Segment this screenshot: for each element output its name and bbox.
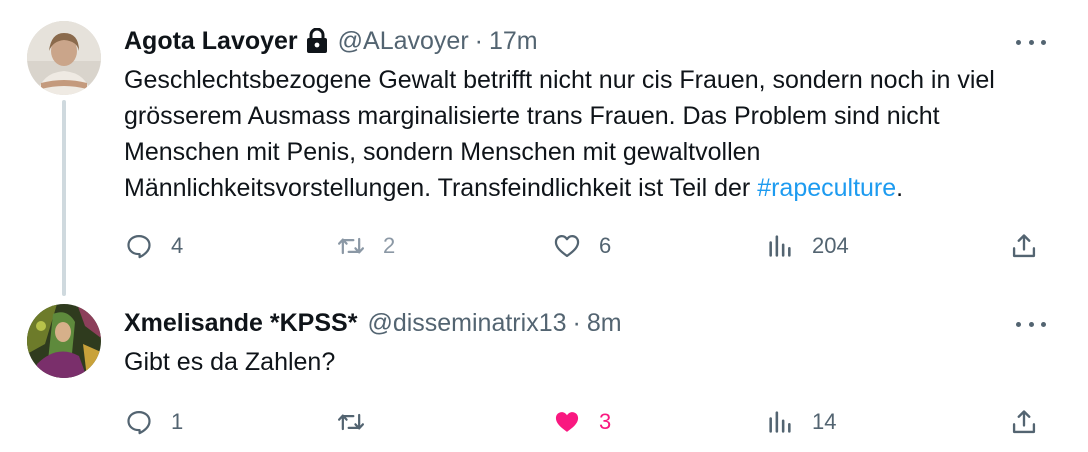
reply-button[interactable]: 4 — [125, 226, 183, 266]
retweet-button[interactable] — [337, 402, 365, 442]
user-handle[interactable]: @ALavoyer — [338, 26, 469, 56]
reply-icon — [127, 410, 151, 435]
action-bar: 4 2 6 204 — [0, 226, 1088, 266]
timestamp[interactable]: 17m — [489, 26, 538, 56]
avatar[interactable] — [27, 21, 101, 95]
views-count: 14 — [812, 409, 837, 434]
tweet-text: Gibt es da Zahlen? — [124, 344, 1054, 380]
like-button[interactable]: 6 — [553, 226, 611, 266]
views-icon — [769, 411, 791, 433]
display-name[interactable]: Xmelisande *KPSS* — [124, 308, 357, 338]
reply-count: 4 — [171, 233, 184, 258]
tweet-text-end: . — [896, 174, 904, 202]
views-button[interactable]: 204 — [766, 226, 849, 266]
retweet-icon — [337, 413, 365, 431]
reply-count: 1 — [171, 409, 184, 434]
action-bar: 1 3 14 — [0, 402, 1088, 442]
user-handle[interactable]: @disseminatrix13 — [367, 308, 566, 338]
tweet-header: Xmelisande *KPSS* @disseminatrix13 · 8m — [124, 308, 622, 338]
tweet[interactable]: Xmelisande *KPSS* @disseminatrix13 · 8m … — [0, 296, 1088, 452]
reply-button[interactable]: 1 — [125, 402, 183, 442]
timestamp[interactable]: 8m — [587, 308, 622, 338]
views-icon — [769, 235, 791, 257]
retweet-button[interactable]: 2 — [337, 226, 395, 266]
display-name[interactable]: Agota Lavoyer — [124, 26, 298, 56]
lock-icon — [306, 27, 328, 54]
share-button[interactable] — [1010, 402, 1038, 442]
retweet-count: 2 — [383, 233, 396, 258]
reply-icon — [127, 234, 151, 259]
share-icon — [1012, 410, 1036, 434]
like-button[interactable]: 3 — [553, 402, 611, 442]
tweet-header: Agota Lavoyer @ALavoyer · 17m — [124, 26, 538, 56]
tweet-text: Geschlechtsbezogene Gewalt betrifft nich… — [124, 62, 1054, 206]
views-count: 204 — [812, 233, 849, 258]
separator-dot: · — [572, 309, 581, 337]
share-button[interactable] — [1010, 226, 1038, 266]
tweet[interactable]: Agota Lavoyer @ALavoyer · 17m Geschlecht… — [0, 0, 1088, 296]
separator-dot: · — [474, 27, 483, 55]
share-icon — [1012, 234, 1036, 258]
avatar[interactable] — [27, 304, 101, 378]
views-button[interactable]: 14 — [766, 402, 836, 442]
heart-icon — [555, 412, 579, 432]
like-count: 6 — [599, 233, 612, 258]
heart-icon — [554, 234, 580, 258]
more-icon[interactable] — [1016, 320, 1046, 328]
tweet-text-body: Gibt es da Zahlen? — [124, 348, 336, 376]
hashtag-link[interactable]: #rapeculture — [757, 174, 896, 202]
like-count: 3 — [599, 409, 612, 434]
retweet-icon — [337, 237, 365, 255]
more-icon[interactable] — [1016, 38, 1046, 46]
